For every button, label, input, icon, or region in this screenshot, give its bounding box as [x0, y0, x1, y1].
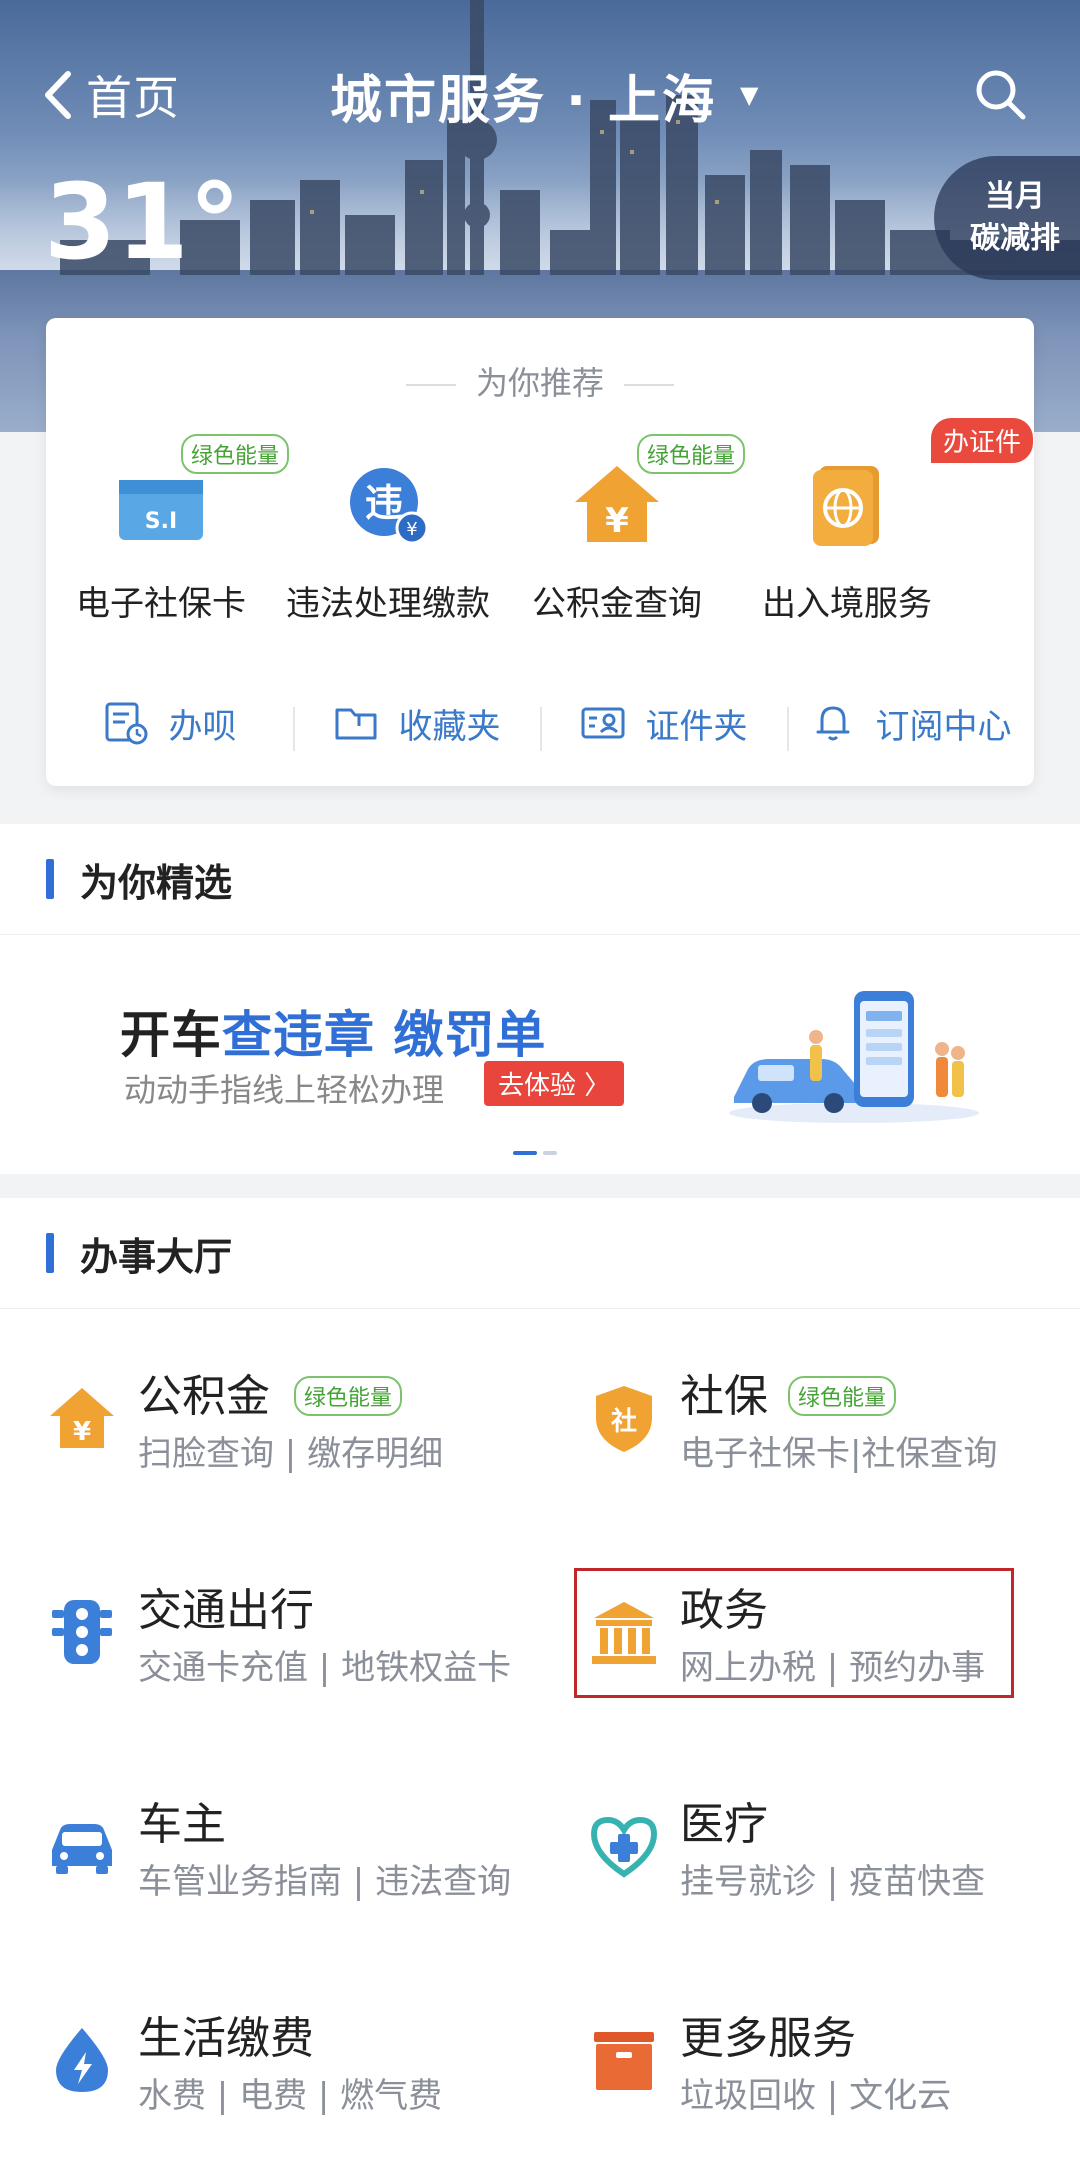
carbon-badge-line1: 当月 — [985, 179, 1045, 214]
service-description: 电子社保卡|社保查询 — [680, 1434, 998, 1474]
certificate-tag: 办证件 — [931, 418, 1034, 463]
service-description: 网上办税 | 预约办事 — [680, 1648, 986, 1688]
carousel-indicator — [510, 1151, 560, 1155]
svg-text:¥: ¥ — [73, 1417, 91, 1447]
recommend-item-exit-entry[interactable]: 出入境服务 — [732, 458, 962, 625]
service-description: 交通卡充值 | 地铁权益卡 — [138, 1648, 512, 1688]
quick-links: 办呗 收藏夹 证件夹 订阅中心 — [46, 688, 1034, 758]
green-energy-tag: 绿色能量 — [788, 1376, 897, 1416]
recommend-item-label: 出入境服务 — [762, 584, 932, 624]
housing-fund-icon: ¥ — [50, 1388, 114, 1448]
svg-text:¥: ¥ — [605, 501, 629, 541]
svg-text:社: 社 — [611, 1406, 637, 1437]
medical-heart-icon — [590, 1816, 658, 1878]
green-energy-tag: 绿色能量 — [294, 1376, 403, 1416]
recommend-item-violation-payment[interactable]: 违 ¥ 违法处理缴款 — [273, 458, 503, 625]
svg-text:违: 违 — [365, 481, 403, 525]
banner-title-plain: 开车 — [120, 1006, 222, 1064]
page-title: 城市服务 · 上海 — [330, 70, 716, 131]
quick-link-banbei[interactable]: 办呗 — [46, 699, 293, 748]
service-housing-fund[interactable]: ¥ 公积金 绿色能量 扫脸查询 | 缴存明细 — [46, 1346, 546, 1496]
violation-payment-icon: 违 ¥ — [350, 468, 429, 545]
service-description: 挂号就诊 | 疫苗快查 — [680, 1862, 986, 1902]
recommend-card: 为你推荐 S.I 绿色能量 电子社保卡 违 ¥ 违法处理缴款 ¥ 绿色能量 公积… — [46, 318, 1034, 786]
carbon-reduction-badge[interactable]: 当月 碳减排 — [934, 156, 1080, 280]
service-transportation[interactable]: 交通出行 交通卡充值 | 地铁权益卡 — [46, 1560, 546, 1710]
quick-link-subscriptions[interactable]: 订阅中心 — [787, 699, 1034, 751]
service-medical[interactable]: 医疗 挂号就诊 | 疫苗快查 — [588, 1774, 1080, 1924]
chevron-left-icon — [45, 71, 71, 119]
temperature-reading: 31° — [44, 161, 241, 283]
service-description: 扫脸查询 | 缴存明细 — [138, 1434, 444, 1474]
service-hall-title: 办事大厅 — [80, 1234, 233, 1279]
carbon-badge-line2: 碳减排 — [970, 221, 1060, 256]
service-name: 社保 — [680, 1371, 768, 1422]
city-selector[interactable]: 城市服务 · 上海 ▼ — [330, 60, 761, 131]
service-name: 政务 — [680, 1585, 768, 1636]
service-name: 更多服务 — [680, 2013, 856, 2064]
recommend-item-social-security-card[interactable]: S.I 绿色能量 电子社保卡 — [46, 434, 290, 625]
featured-section-header: 为你精选 — [0, 824, 1080, 934]
car-and-phone-illustration — [729, 991, 979, 1123]
banner-subtitle: 动动手指线上轻松办理 — [124, 1071, 445, 1109]
recommend-title: 为你推荐 — [46, 358, 1034, 404]
task-list-icon — [105, 702, 147, 745]
green-energy-tag: 绿色能量 — [637, 434, 746, 474]
service-utility-payment[interactable]: 生活缴费 水费 | 电费 | 燃气费 — [46, 1988, 546, 2138]
utility-drop-icon — [56, 2028, 108, 2092]
recommend-item-label: 公积金查询 — [532, 584, 702, 624]
svg-text:S.I: S.I — [145, 509, 177, 534]
section-accent-bar — [46, 1233, 54, 1273]
service-name: 公积金 — [138, 1371, 270, 1422]
social-security-shield-icon: 社 — [596, 1386, 652, 1452]
quick-link-label: 证件夹 — [645, 706, 748, 747]
government-building-icon — [592, 1602, 656, 1664]
car-icon — [52, 1824, 112, 1874]
service-description: 垃圾回收 | 文化云 — [680, 2076, 952, 2116]
caret-down-icon: ▼ — [739, 81, 761, 109]
passport-icon — [813, 466, 879, 546]
service-hall-header: 办事大厅 — [0, 1198, 1080, 1308]
svg-text:¥: ¥ — [406, 519, 417, 540]
banner-title: 开车查违章 缴罚单 — [120, 995, 546, 1067]
id-card-icon — [581, 707, 624, 739]
folder-icon — [335, 708, 376, 740]
recommend-item-label: 电子社保卡 — [76, 584, 246, 624]
section-accent-bar — [46, 859, 54, 899]
bell-icon — [816, 706, 849, 741]
service-name: 交通出行 — [138, 1585, 314, 1636]
traffic-light-icon — [52, 1600, 112, 1664]
quick-link-label: 订阅中心 — [875, 706, 1012, 747]
service-name: 生活缴费 — [138, 2013, 314, 2064]
banner-title-highlight: 查违章 缴罚单 — [222, 1006, 547, 1064]
promo-banner[interactable]: 开车查违章 缴罚单 动动手指线上轻松办理 去体验 〉 — [0, 934, 1080, 1174]
service-name: 车主 — [138, 1799, 226, 1850]
service-description: 车管业务指南 | 违法查询 — [138, 1862, 512, 1902]
recommend-item-label: 违法处理缴款 — [286, 584, 490, 624]
service-social-security[interactable]: 社 社保 绿色能量 电子社保卡|社保查询 — [588, 1346, 1080, 1496]
search-icon[interactable] — [972, 66, 1028, 122]
service-more[interactable]: 更多服务 垃圾回收 | 文化云 — [588, 1988, 1080, 2138]
service-car-owner[interactable]: 车主 车管业务指南 | 违法查询 — [46, 1774, 546, 1924]
more-services-box-icon — [594, 2032, 654, 2090]
service-name: 医疗 — [680, 1799, 768, 1850]
quick-link-label: 办呗 — [168, 706, 237, 747]
service-description: 水费 | 电费 | 燃气费 — [138, 2076, 443, 2116]
try-it-button[interactable]: 去体验 〉 — [484, 1061, 625, 1106]
featured-section-title: 为你精选 — [80, 860, 233, 905]
back-label: 首页 — [86, 71, 180, 125]
quick-link-id-wallet[interactable]: 证件夹 — [540, 699, 787, 751]
quick-link-favorites[interactable]: 收藏夹 — [293, 699, 540, 751]
service-government-affairs[interactable]: 政务 网上办税 | 预约办事 — [588, 1560, 1080, 1710]
recommend-item-housing-fund[interactable]: ¥ 绿色能量 公积金查询 — [502, 434, 746, 625]
back-button[interactable]: 首页 — [40, 60, 180, 130]
quick-link-label: 收藏夹 — [398, 706, 501, 747]
